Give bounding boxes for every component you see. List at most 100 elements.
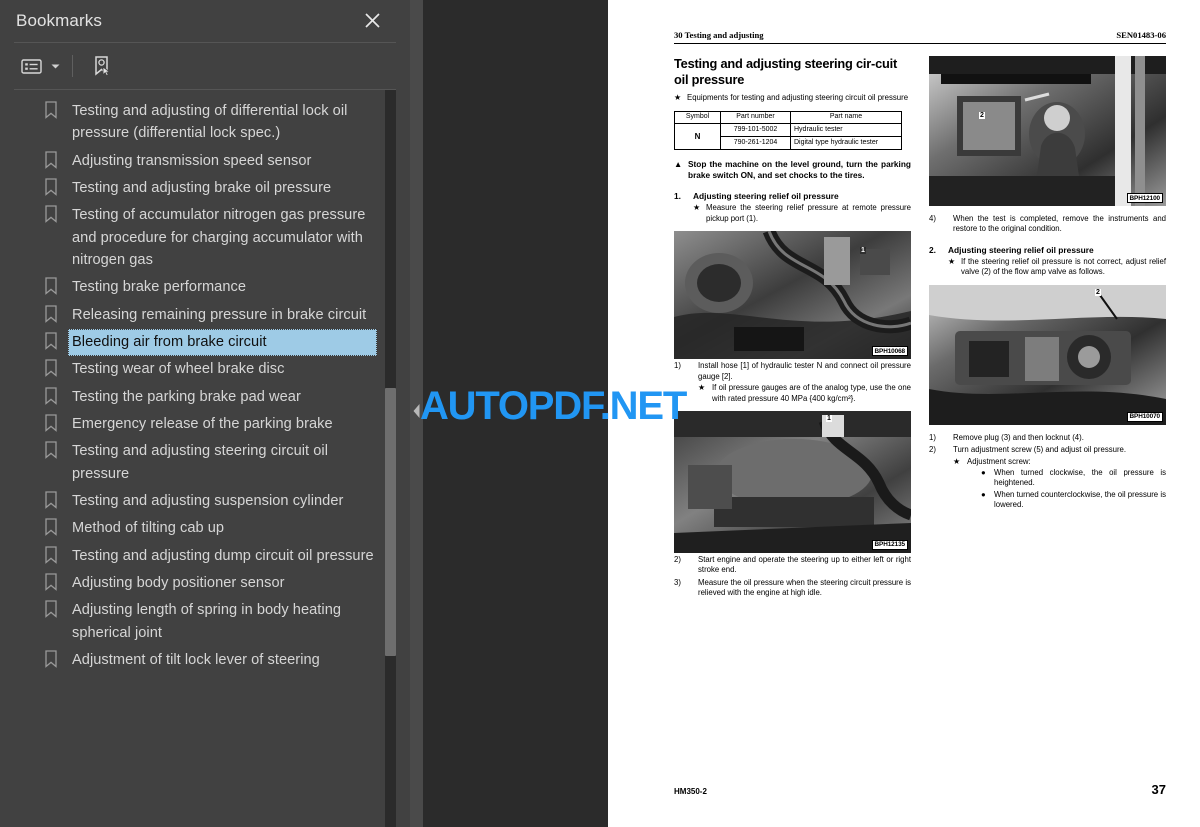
bookmark-item-label: Testing the parking brake pad wear <box>72 388 301 405</box>
bookmark-icon <box>44 205 58 224</box>
bookmark-item-label: Emergency release of the parking brake <box>72 415 333 432</box>
bookmark-item[interactable]: Adjusting length of spring in body heati… <box>0 597 395 647</box>
photo-code-label: BPH12135 <box>871 539 908 550</box>
td-part-name: Digital type hydraulic tester <box>790 136 902 150</box>
intro-note-text: Equipments for testing and adjusting ste… <box>687 93 909 103</box>
star-glyph-icon: ★ <box>693 203 700 213</box>
step-2: 2) Start engine and operate the steering… <box>674 555 911 576</box>
pdf-page[interactable]: 30 Testing and adjusting SEN01483-06 Tes… <box>608 0 1200 827</box>
td-symbol: N <box>674 123 721 150</box>
bookmark-item[interactable]: Adjustment of tilt lock lever of steerin… <box>0 647 395 674</box>
bookmark-item[interactable]: Testing wear of wheel brake disc <box>0 356 395 383</box>
bookmark-icon <box>44 178 58 196</box>
bookmark-icon <box>44 573 58 591</box>
bookmark-icon <box>44 359 58 378</box>
pdf-reader-window: Bookmarks Testing and adjusting of diffe… <box>0 0 1200 827</box>
bookmark-item[interactable]: Releasing remaining pressure in brake ci… <box>0 302 395 329</box>
right-step-2-note: ★ Adjustment screw: <box>929 457 1166 467</box>
bookmark-item-label: Adjusting transmission speed sensor <box>72 152 312 169</box>
list-options-icon[interactable] <box>14 51 48 81</box>
procedure-2-note: ★ If the steering relief oil pressure is… <box>929 257 1166 278</box>
bullet-item-text: When turned clockwise, the oil pressure … <box>994 467 1166 488</box>
bookmark-item[interactable]: Emergency release of the parking brake <box>0 411 395 438</box>
bookmark-item[interactable]: Testing and adjusting dump circuit oil p… <box>0 543 395 570</box>
bookmark-icon <box>44 600 58 619</box>
bookmark-item[interactable]: Testing and adjusting steering circuit o… <box>0 438 395 488</box>
photo-callout-3: 2 <box>979 112 985 119</box>
step-2-number: 2) <box>674 554 681 564</box>
step-1-note-text: If oil pressure gauges are of the analog… <box>712 383 911 403</box>
bookmark-item[interactable]: Testing and adjusting brake oil pressure <box>0 175 395 202</box>
left-column: Testing and adjusting steering cir-cuit … <box>674 56 911 599</box>
new-bookmark-icon[interactable] <box>85 51 119 81</box>
bookmark-item-label: Testing and adjusting suspension cylinde… <box>72 492 344 509</box>
right-step-2: 2) Turn adjustment screw (5) and adjust … <box>929 445 1166 455</box>
page-content: 30 Testing and adjusting SEN01483-06 Tes… <box>674 30 1166 800</box>
bookmark-item[interactable]: Bleeding air from brake circuit <box>0 328 395 357</box>
bookmark-item[interactable]: Method of tilting cab up <box>0 515 395 542</box>
bullet-dot-icon: ● <box>981 467 986 477</box>
bookmark-icon <box>44 304 58 323</box>
photo-callout-2: 1 <box>826 414 832 422</box>
bookmark-item[interactable]: Testing the parking brake pad wear <box>0 384 395 411</box>
td-part-name: Hydraulic tester <box>790 123 902 138</box>
page-columns: Testing and adjusting steering cir-cuit … <box>674 56 1166 599</box>
bookmark-item-label: Adjustment of tilt lock lever of steerin… <box>72 651 320 668</box>
step-4-text: When the test is completed, remove the i… <box>953 214 1166 234</box>
bullet-item: ● When turned counterclockwise, the oil … <box>929 490 1166 511</box>
bookmarks-panel: Bookmarks Testing and adjusting of diffe… <box>0 0 410 827</box>
step-3: 3) Measure the oil pressure when the ste… <box>674 578 911 599</box>
bookmark-item-label: Testing and adjusting dump circuit oil p… <box>72 547 374 564</box>
procedure-2-title: Adjusting steering relief oil pressure <box>948 244 1094 255</box>
page-footer: HM350-2 37 <box>674 782 1166 797</box>
procedure-2-number: 2. <box>929 244 936 255</box>
bookmark-item-label: Bleeding air from brake circuit <box>68 328 377 357</box>
bookmark-item[interactable]: Adjusting transmission speed sensor <box>0 148 395 175</box>
step-1-note: ★ If oil pressure gauges are of the anal… <box>674 383 911 404</box>
right-step-2-text: Turn adjustment screw (5) and adjust oil… <box>953 445 1127 455</box>
td-part-number: 790-261-1204 <box>720 136 791 150</box>
bookmarks-scrollbar-thumb[interactable] <box>385 388 396 656</box>
close-icon[interactable] <box>360 8 384 32</box>
star-glyph-icon: ★ <box>674 93 681 103</box>
table-header-row: Symbol Part number Part name <box>674 110 902 125</box>
chevron-down-icon[interactable] <box>48 51 62 81</box>
bookmark-item[interactable]: Adjusting body positioner sensor <box>0 570 395 597</box>
right-step-1: 1) Remove plug (3) and then locknut (4). <box>929 433 1166 443</box>
bookmark-item[interactable]: Testing of accumulator nitrogen gas pres… <box>0 202 395 274</box>
bookmark-item-label: Testing wear of wheel brake disc <box>72 361 285 378</box>
bookmark-item[interactable]: Testing and adjusting suspension cylinde… <box>0 488 395 515</box>
page-header-right: SEN01483-06 <box>1116 30 1166 40</box>
bookmark-icon <box>44 277 58 296</box>
procedure-1-title: Adjusting steering relief oil pressure <box>693 191 839 202</box>
bookmark-item-label: Testing brake performance <box>72 279 247 296</box>
bookmarks-toolbar <box>0 43 410 89</box>
photo-flow-amp-valve: 2 BPH10070 <box>929 284 1166 425</box>
right-step-2-note-text: Adjustment screw: <box>967 456 1031 466</box>
bookmark-icon <box>44 491 58 509</box>
section-title: Testing and adjusting steering cir-cuit … <box>674 56 898 87</box>
step-3-number: 3) <box>674 577 681 587</box>
intro-note: ★ Equipments for testing and adjusting s… <box>674 93 911 103</box>
th-part-name: Part name <box>790 110 902 125</box>
bookmark-item-label: Releasing remaining pressure in brake ci… <box>72 306 367 323</box>
warning-note-text: Stop the machine on the level ground, tu… <box>688 158 911 181</box>
footer-model: HM350-2 <box>674 787 707 796</box>
th-symbol: Symbol <box>674 110 721 125</box>
procedure-1-number: 1. <box>674 191 681 202</box>
photo-engine-compartment: 1 BPH12135 <box>674 410 911 553</box>
bookmarks-list: Testing and adjusting of differential lo… <box>0 90 395 674</box>
warning-triangle-icon: ▲ <box>674 158 683 169</box>
procedure-1-note-text: Measure the steering relief pressure at … <box>706 203 911 223</box>
bookmark-item-label: Adjusting body positioner sensor <box>72 574 285 591</box>
step-2-text: Start engine and operate the steering up… <box>698 554 911 575</box>
collapse-panel-arrow-icon[interactable] <box>412 402 421 420</box>
photo-operator-cab: 2 BPH12100 <box>929 56 1166 206</box>
step-1-number: 1) <box>674 361 681 371</box>
procedure-1-heading: 1. Adjusting steering relief oil pressur… <box>674 191 911 202</box>
bookmark-item-label: Method of tilting cab up <box>72 520 225 537</box>
bookmark-item[interactable]: Testing brake performance <box>0 274 395 301</box>
photo-callout-1: 1 <box>860 247 866 255</box>
parts-table: Symbol Part number Part name N 799-101-5… <box>674 110 902 150</box>
bookmark-item[interactable]: Testing and adjusting of differential lo… <box>0 98 395 148</box>
